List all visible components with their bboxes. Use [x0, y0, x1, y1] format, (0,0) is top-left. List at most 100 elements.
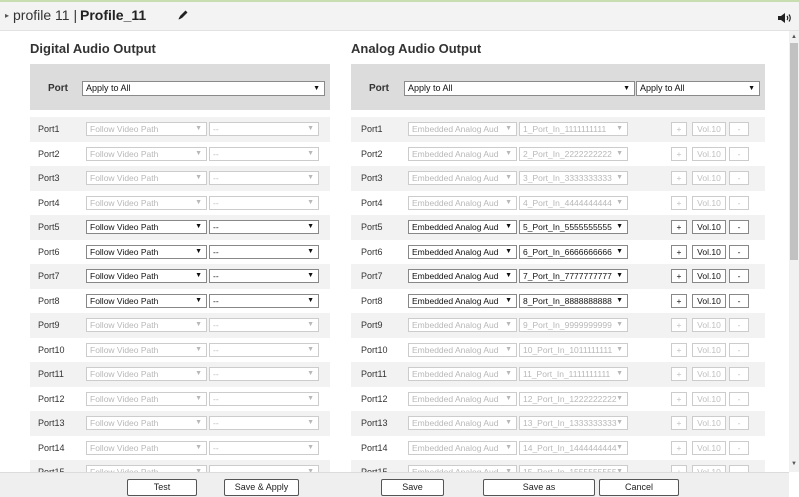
analog-input-select[interactable]: 10_Port_In_1011111111 ▼ — [519, 342, 628, 357]
volume-down-button[interactable]: - — [729, 416, 749, 430]
analog-input-select[interactable]: 11_Port_In_1111111111 ▼ — [519, 367, 628, 381]
analog-input-select[interactable]: 4_Port_In_4444444444 ▼ — [519, 195, 628, 210]
analog-source-select[interactable]: Embedded Analog Aud ▼ — [408, 171, 517, 185]
analog-input-select[interactable]: 1_Port_In_1111111111 ▼ — [519, 122, 628, 136]
volume-down-button[interactable]: - — [729, 465, 749, 472]
digital-source-select[interactable]: Follow Video Path ▼ — [86, 220, 207, 234]
analog-source-select[interactable]: Embedded Analog Aud ▼ — [408, 220, 517, 234]
analog-apply-all-source-select[interactable]: Apply to All ▼ — [404, 81, 635, 96]
save-as-button[interactable]: Save as — [483, 479, 595, 496]
analog-input-select[interactable]: 5_Port_In_5555555555 ▼ — [519, 220, 628, 234]
analog-source-select[interactable]: Embedded Analog Aud ▼ — [408, 146, 517, 161]
volume-up-button[interactable]: + — [671, 318, 687, 332]
analog-source-select[interactable]: Embedded Analog Aud ▼ — [408, 440, 517, 455]
analog-apply-all-volume-select[interactable]: Apply to All ▼ — [636, 81, 760, 96]
volume-up-button[interactable]: + — [671, 342, 687, 357]
analog-input-select[interactable]: 7_Port_In_7777777777 ▼ — [519, 269, 628, 283]
volume-down-button[interactable]: - — [729, 171, 749, 185]
scrollbar-thumb[interactable] — [790, 43, 798, 260]
digital-secondary-select[interactable]: -- ▼ — [209, 269, 319, 283]
digital-secondary-select[interactable]: -- ▼ — [209, 244, 319, 259]
analog-source-select[interactable]: Embedded Analog Aud ▼ — [408, 195, 517, 210]
digital-secondary-select[interactable]: -- ▼ — [209, 146, 319, 161]
pencil-icon[interactable] — [176, 8, 190, 22]
volume-up-button[interactable]: + — [671, 465, 687, 472]
analog-source-select[interactable]: Embedded Analog Aud ▼ — [408, 293, 517, 308]
scroll-up-arrow-icon[interactable]: ▲ — [791, 34, 797, 40]
analog-input-select[interactable]: 13_Port_In_1333333333 ▼ — [519, 416, 628, 430]
cancel-button[interactable]: Cancel — [599, 479, 679, 496]
analog-source-select[interactable]: Embedded Analog Aud ▼ — [408, 367, 517, 381]
analog-input-select[interactable]: 15_Port_In_1555555555 ▼ — [519, 465, 628, 472]
volume-up-button[interactable]: + — [671, 122, 687, 136]
digital-apply-all-select[interactable]: Apply to All ▼ — [82, 81, 325, 96]
volume-down-button[interactable]: - — [729, 318, 749, 332]
analog-source-select[interactable]: Embedded Analog Aud ▼ — [408, 465, 517, 472]
digital-secondary-select[interactable]: -- ▼ — [209, 440, 319, 455]
volume-down-button[interactable]: - — [729, 342, 749, 357]
save-and-apply-button[interactable]: Save & Apply — [224, 479, 299, 496]
digital-secondary-select[interactable]: -- ▼ — [209, 195, 319, 210]
save-button[interactable]: Save — [381, 479, 444, 496]
digital-source-select[interactable]: Follow Video Path ▼ — [86, 342, 207, 357]
analog-source-select[interactable]: Embedded Analog Aud ▼ — [408, 342, 517, 357]
digital-source-select[interactable]: Follow Video Path ▼ — [86, 367, 207, 381]
digital-secondary-select[interactable]: -- ▼ — [209, 416, 319, 430]
test-button[interactable]: Test — [127, 479, 197, 496]
volume-down-button[interactable]: - — [729, 122, 749, 136]
volume-up-button[interactable]: + — [671, 195, 687, 210]
digital-secondary-select[interactable]: -- ▼ — [209, 171, 319, 185]
volume-up-button[interactable]: + — [671, 293, 687, 308]
digital-source-select[interactable]: Follow Video Path ▼ — [86, 195, 207, 210]
digital-source-select[interactable]: Follow Video Path ▼ — [86, 171, 207, 185]
volume-up-button[interactable]: + — [671, 391, 687, 406]
digital-secondary-select[interactable]: -- ▼ — [209, 465, 319, 472]
volume-down-button[interactable]: - — [729, 269, 749, 283]
digital-source-select[interactable]: Follow Video Path ▼ — [86, 244, 207, 259]
speaker-icon[interactable] — [777, 12, 793, 24]
volume-up-button[interactable]: + — [671, 146, 687, 161]
analog-source-select[interactable]: Embedded Analog Aud ▼ — [408, 318, 517, 332]
analog-input-select[interactable]: 6_Port_In_6666666666 ▼ — [519, 244, 628, 259]
digital-secondary-select[interactable]: -- ▼ — [209, 367, 319, 381]
digital-source-select[interactable]: Follow Video Path ▼ — [86, 318, 207, 332]
analog-input-select[interactable]: 14_Port_In_1444444444 ▼ — [519, 440, 628, 455]
volume-down-button[interactable]: - — [729, 293, 749, 308]
analog-source-select[interactable]: Embedded Analog Aud ▼ — [408, 244, 517, 259]
volume-up-button[interactable]: + — [671, 269, 687, 283]
digital-secondary-select[interactable]: -- ▼ — [209, 220, 319, 234]
digital-secondary-select[interactable]: -- ▼ — [209, 122, 319, 136]
analog-source-select[interactable]: Embedded Analog Aud ▼ — [408, 122, 517, 136]
analog-source-select[interactable]: Embedded Analog Aud ▼ — [408, 269, 517, 283]
volume-up-button[interactable]: + — [671, 367, 687, 381]
analog-input-select[interactable]: 3_Port_In_3333333333 ▼ — [519, 171, 628, 185]
volume-down-button[interactable]: - — [729, 146, 749, 161]
digital-source-select[interactable]: Follow Video Path ▼ — [86, 416, 207, 430]
digital-source-select[interactable]: Follow Video Path ▼ — [86, 146, 207, 161]
volume-down-button[interactable]: - — [729, 440, 749, 455]
digital-source-select[interactable]: Follow Video Path ▼ — [86, 269, 207, 283]
volume-down-button[interactable]: - — [729, 244, 749, 259]
analog-input-select[interactable]: 12_Port_In_1222222222 ▼ — [519, 391, 628, 406]
digital-secondary-select[interactable]: -- ▼ — [209, 318, 319, 332]
analog-input-select[interactable]: 9_Port_In_9999999999 ▼ — [519, 318, 628, 332]
volume-down-button[interactable]: - — [729, 195, 749, 210]
volume-up-button[interactable]: + — [671, 244, 687, 259]
expand-arrow-icon[interactable]: ▸ — [5, 11, 9, 20]
volume-down-button[interactable]: - — [729, 367, 749, 381]
volume-up-button[interactable]: + — [671, 220, 687, 234]
digital-secondary-select[interactable]: -- ▼ — [209, 293, 319, 308]
analog-source-select[interactable]: Embedded Analog Aud ▼ — [408, 416, 517, 430]
volume-down-button[interactable]: - — [729, 391, 749, 406]
digital-source-select[interactable]: Follow Video Path ▼ — [86, 391, 207, 406]
analog-source-select[interactable]: Embedded Analog Aud ▼ — [408, 391, 517, 406]
scroll-down-arrow-icon[interactable]: ▼ — [791, 461, 797, 467]
volume-up-button[interactable]: + — [671, 171, 687, 185]
analog-input-select[interactable]: 2_Port_In_2222222222 ▼ — [519, 146, 628, 161]
vertical-scrollbar[interactable]: ▲ ▼ — [789, 31, 799, 472]
digital-source-select[interactable]: Follow Video Path ▼ — [86, 122, 207, 136]
digital-secondary-select[interactable]: -- ▼ — [209, 342, 319, 357]
digital-source-select[interactable]: Follow Video Path ▼ — [86, 465, 207, 472]
volume-up-button[interactable]: + — [671, 440, 687, 455]
volume-up-button[interactable]: + — [671, 416, 687, 430]
